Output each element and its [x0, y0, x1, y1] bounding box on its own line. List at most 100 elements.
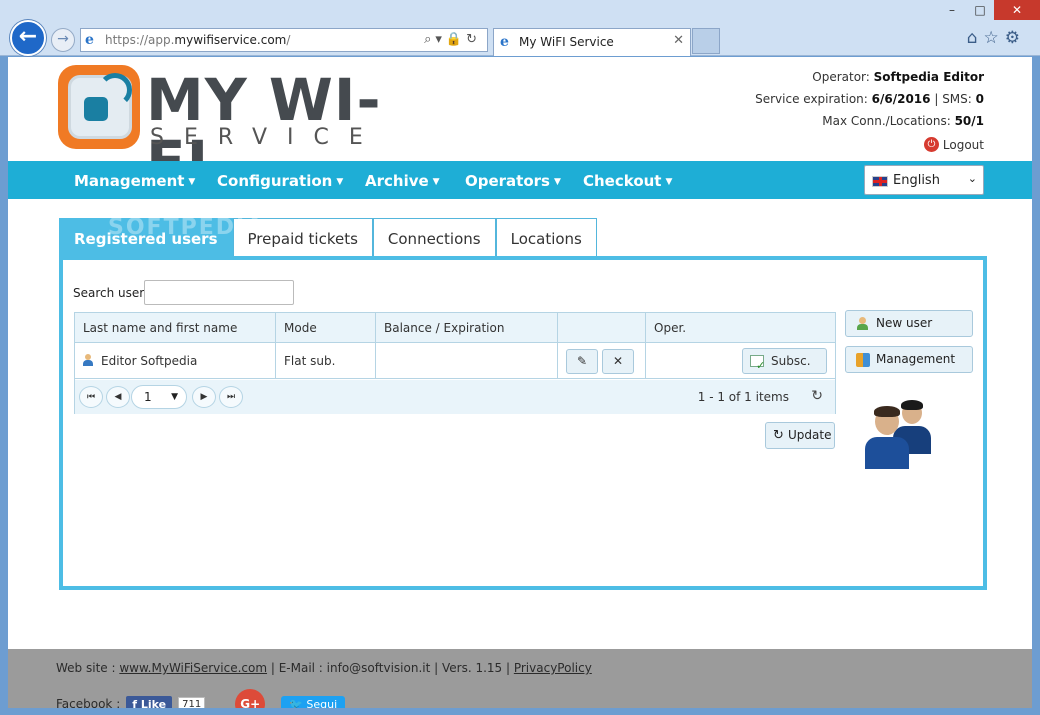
edit-button[interactable]: ✎ [566, 349, 598, 374]
maximize-button[interactable]: □ [966, 0, 994, 20]
page-select[interactable]: 1 ▼ [131, 385, 187, 409]
cell-mode: Flat sub. [276, 343, 376, 379]
home-favorites-settings-icon[interactable]: ⌂☆⚙ [967, 28, 1026, 48]
close-icon: ✕ [612, 354, 624, 368]
footer-email: | E-Mail : info@softvision.it | Vers. 1.… [267, 661, 514, 675]
language-select[interactable]: English ⌄ [864, 165, 984, 195]
tab-connections[interactable]: Connections [372, 218, 496, 256]
next-page-icon[interactable]: ▶ [192, 386, 216, 408]
minimize-button[interactable]: – [938, 0, 966, 20]
users-grid: Last name and first name Mode Balance / … [74, 312, 836, 414]
tab-locations[interactable]: Locations [495, 218, 597, 256]
menu-label: Archive [365, 172, 429, 190]
chevron-down-icon: ⌄ [967, 172, 977, 185]
website-link[interactable]: www.MyWiFiService.com [119, 661, 267, 675]
first-page-icon[interactable]: ⏮ [79, 386, 103, 408]
col-balance[interactable]: Balance / Expiration [376, 313, 558, 343]
caret-down-icon: ▼ [553, 177, 561, 187]
logout-link[interactable]: ⏻ Logout [923, 134, 984, 156]
browser-chrome: ← → e https://app.mywifiservice.com/ ⌕▾🔒… [0, 0, 1040, 56]
new-user-button[interactable]: New user [845, 310, 973, 337]
cell-name: Editor Softpedia [75, 343, 276, 379]
management-label: Management [876, 352, 956, 366]
caret-down-icon: ▼ [336, 177, 344, 187]
footer-line: Web site : www.MyWiFiService.com | E-Mai… [56, 661, 592, 675]
google-plus-button[interactable]: G+ [235, 689, 266, 708]
url-prefix: https://app. [105, 33, 175, 47]
menu-label: Configuration [217, 172, 333, 190]
new-tab-button[interactable] [692, 28, 720, 54]
delete-button[interactable]: ✕ [602, 349, 634, 374]
users-icon [863, 400, 933, 470]
menu-label: Operators [465, 172, 550, 190]
update-label: Update [788, 428, 832, 442]
web-page: MY WI-FI SERVICE Operator: Softpedia Edi… [8, 57, 1032, 708]
tab-ie-icon: e [500, 34, 509, 50]
url-text[interactable]: https://app.mywifiservice.com/ [105, 33, 290, 47]
update-button[interactable]: ↻ Update [765, 422, 835, 449]
facebook-like-count: 711 [178, 696, 206, 708]
forward-arrow-icon[interactable]: → [51, 28, 75, 52]
subscribe-label: Subsc. [771, 354, 811, 368]
browser-tab[interactable]: e My WiFI Service ✕ [493, 28, 691, 56]
tab-title: My WiFI Service [519, 35, 614, 49]
cell-actions: ✎ ✕ [558, 343, 646, 379]
menu-archive[interactable]: Archive ▼ [365, 172, 440, 190]
search-input[interactable] [144, 280, 294, 305]
pencil-icon: ✎ [576, 354, 588, 368]
expiration-label: Service expiration: [755, 92, 872, 106]
menu-label: Management [74, 172, 185, 190]
website-label: Web site : [56, 661, 120, 675]
sms-label: | SMS: [930, 92, 976, 106]
caret-down-icon: ▼ [188, 177, 196, 187]
operator-value: Softpedia Editor [873, 70, 984, 84]
search-label: Search user [73, 286, 145, 300]
management-icon [856, 353, 870, 367]
user-icon [83, 354, 93, 366]
cell-oper: Subsc. [646, 343, 835, 379]
col-oper: Oper. [654, 321, 687, 335]
privacy-link[interactable]: PrivacyPolicy [514, 661, 592, 675]
person-front [865, 406, 909, 470]
user-name: Editor Softpedia [101, 354, 198, 368]
address-bar[interactable]: e https://app.mywifiservice.com/ ⌕▾🔒↻ [80, 28, 488, 52]
table-row[interactable]: Editor Softpedia Flat sub. ✎ ✕ Subsc. [75, 343, 835, 379]
grid-pager: ⏮ ◀ 1 ▼ ▶ ⏭ 1 - 1 of 1 items ↻ [75, 380, 835, 414]
twitter-follow-button[interactable]: 🐦 Segui [281, 695, 346, 708]
logout-label: Logout [942, 137, 984, 152]
conn-value: 50/1 [954, 114, 984, 128]
tab-close-icon[interactable]: ✕ [673, 33, 684, 48]
prev-page-icon[interactable]: ◀ [106, 386, 130, 408]
grid-header: Last name and first name Mode Balance / … [75, 313, 835, 343]
caret-down-icon: ▼ [432, 177, 440, 187]
col-mode[interactable]: Mode [276, 313, 376, 343]
col-name[interactable]: Last name and first name [75, 313, 276, 343]
address-tools-icon[interactable]: ⌕▾🔒↻ [424, 32, 481, 47]
social-bar: Facebook : f Like 711 G+ 🐦 Segui [56, 689, 346, 708]
add-user-icon [856, 317, 870, 331]
logo[interactable]: MY WI-FI SERVICE [58, 63, 418, 193]
subscribe-button[interactable]: Subsc. [742, 348, 827, 378]
conn-label: Max Conn./Locations: [822, 114, 955, 128]
ie-icon: e [85, 32, 94, 48]
facebook-like-button[interactable]: f Like [126, 695, 173, 708]
refresh-icon[interactable]: ↻ [811, 388, 823, 404]
url-domain: mywifiservice.com [174, 33, 287, 47]
menu-management[interactable]: Management ▼ [74, 172, 195, 190]
back-arrow-icon[interactable]: ← [10, 20, 46, 56]
main-menu: Management ▼ Configuration ▼ Archive ▼ Oper… [8, 161, 1032, 199]
facebook-label: Facebook : [56, 697, 121, 708]
new-user-label: New user [876, 316, 933, 330]
cell-balance [376, 343, 558, 379]
menu-configuration[interactable]: Configuration ▼ [217, 172, 343, 190]
menu-label: Checkout [583, 172, 662, 190]
url-suffix: / [286, 33, 291, 47]
last-page-icon[interactable]: ⏭ [219, 386, 243, 408]
menu-operators[interactable]: Operators ▼ [465, 172, 561, 190]
uk-flag-icon [872, 176, 888, 187]
management-button[interactable]: Management [845, 346, 973, 373]
close-window-button[interactable]: ✕ [994, 0, 1040, 20]
sms-value: 0 [975, 92, 984, 106]
menu-checkout[interactable]: Checkout ▼ [583, 172, 672, 190]
page-number: 1 [144, 390, 152, 404]
